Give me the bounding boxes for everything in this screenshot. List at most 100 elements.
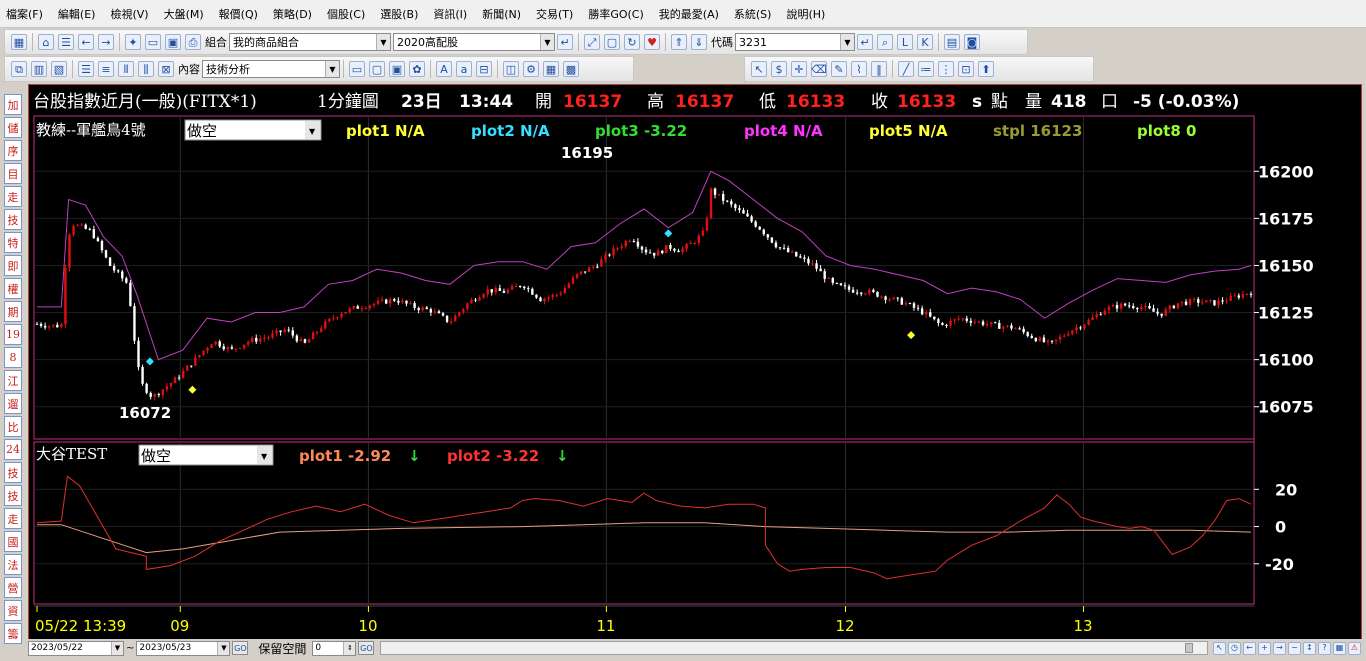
chart-canvas[interactable]: 台股指數近月(一般)(FITX*1) 1分鐘圖 23日 13:44 開 1613… <box>29 85 1363 638</box>
double-up-icon[interactable]: ⇑ <box>671 34 687 50</box>
sidebar-item[interactable]: 技 <box>4 209 22 230</box>
keep-go-button[interactable]: GO <box>358 641 375 655</box>
color-grid-icon[interactable]: ▩ <box>563 61 579 77</box>
menu-favorites[interactable]: 我的最愛(A) <box>659 6 719 22</box>
alert-icon[interactable]: ⚠ <box>1348 641 1361 655</box>
panel-2-icon[interactable]: ▢ <box>369 61 385 77</box>
layout-columns-icon[interactable]: ⫴ <box>118 61 134 77</box>
menu-stock[interactable]: 個股(C) <box>327 6 365 22</box>
eraser-icon[interactable]: ⌫ <box>811 61 827 77</box>
sidebar-item[interactable]: 比 <box>4 416 22 437</box>
settings-icon[interactable]: ⚙ <box>523 61 539 77</box>
sidebar-item[interactable]: 儲 <box>4 117 22 138</box>
end-date-picker[interactable]: 2023/05/23 ▼ <box>136 640 231 656</box>
enter-icon[interactable]: ↵ <box>857 34 873 50</box>
crosshair-icon[interactable]: ✛ <box>791 61 807 77</box>
dollar-icon[interactable]: $ <box>771 61 787 77</box>
menu-file[interactable]: 檔案(F) <box>6 6 43 22</box>
sidebar-item[interactable]: 國 <box>4 531 22 552</box>
sidebar-item[interactable]: 法 <box>4 554 22 575</box>
panel-icon[interactable]: ▭ <box>349 61 365 77</box>
menu-system[interactable]: 系統(S) <box>734 6 772 22</box>
sidebar-item[interactable]: 序 <box>4 140 22 161</box>
trendline-icon[interactable]: ╱ <box>898 61 914 77</box>
save-icon[interactable]: ▣ <box>165 34 181 50</box>
home-icon[interactable]: ⌂ <box>38 34 54 50</box>
sidebar-item[interactable]: 特 <box>4 232 22 253</box>
menu-trade[interactable]: 交易(T) <box>536 6 573 22</box>
start-date-picker[interactable]: 2023/05/22 ▼ <box>28 640 124 656</box>
copy-icon[interactable]: ⧉ <box>11 61 27 77</box>
paste-icon[interactable]: ▥ <box>31 61 47 77</box>
sidebar-item[interactable]: 19 <box>4 324 22 345</box>
sidebar-item[interactable]: 走 <box>4 186 22 207</box>
sidebar-item[interactable]: 營 <box>4 577 22 598</box>
panel-3-icon[interactable]: ▣ <box>389 61 405 77</box>
menu-winrate[interactable]: 勝率GO(C) <box>588 6 643 22</box>
menu-market[interactable]: 大盤(M) <box>164 6 204 22</box>
chevron-down-icon[interactable]: ▼ <box>840 34 854 50</box>
back-arrow-icon[interactable]: ← <box>78 34 94 50</box>
menu-help[interactable]: 說明(H) <box>786 6 825 22</box>
expand-icon[interactable]: ⤢ <box>584 34 600 50</box>
sidebar-item[interactable]: 技 <box>4 485 22 506</box>
table-icon[interactable]: ▦ <box>1333 641 1346 655</box>
sidebar-item[interactable]: 江 <box>4 370 22 391</box>
main-mode-select[interactable]: ▼ 做空 <box>184 119 322 141</box>
spinner-icon[interactable]: ⇕ <box>343 641 356 655</box>
menu-strategy[interactable]: 策略(D) <box>273 6 312 22</box>
layout-rows-icon[interactable]: ☰ <box>78 61 94 77</box>
new-icon[interactable]: ✦ <box>125 34 141 50</box>
heart-icon[interactable]: ♥ <box>644 34 660 50</box>
zoom-in-icon[interactable]: + <box>1258 641 1271 655</box>
chevron-down-icon[interactable]: ▼ <box>111 641 123 655</box>
zoom-out-icon[interactable]: − <box>1288 641 1301 655</box>
menu-info[interactable]: 資訊(I) <box>433 6 467 22</box>
chart-window[interactable]: 台股指數近月(一般)(FITX*1) 1分鐘圖 23日 13:44 開 1613… <box>28 84 1362 656</box>
sidebar-item[interactable]: 籌 <box>4 623 22 644</box>
font-a-icon[interactable]: A <box>436 61 452 77</box>
table-icon[interactable]: ▦ <box>543 61 559 77</box>
chevron-down-icon[interactable]: ▼ <box>376 34 390 50</box>
sidebar-item[interactable]: 期 <box>4 301 22 322</box>
menu-news[interactable]: 新聞(N) <box>482 6 521 22</box>
date-go-button[interactable]: GO <box>232 641 249 655</box>
fib-icon[interactable]: ⋮ <box>938 61 954 77</box>
chevron-down-icon[interactable]: ▼ <box>217 641 230 655</box>
indicator-icon[interactable]: ⊟ <box>476 61 492 77</box>
menu-edit[interactable]: 編輯(E) <box>58 6 96 22</box>
sidebar-item[interactable]: 加 <box>4 94 22 115</box>
list-icon[interactable]: ☰ <box>58 34 74 50</box>
chart-l-icon[interactable]: L <box>897 34 913 50</box>
search-icon[interactable]: ⌕ <box>877 34 893 50</box>
open-folder-icon[interactable]: ▭ <box>145 34 161 50</box>
sidebar-item[interactable]: 權 <box>4 278 22 299</box>
menu-view[interactable]: 檢視(V) <box>110 6 148 22</box>
note-icon[interactable]: ✎ <box>831 61 847 77</box>
menu-quote[interactable]: 報價(Q) <box>219 6 258 22</box>
group-combo[interactable]: 我的商品組合 ▼ <box>229 33 391 51</box>
arrow-right-icon[interactable]: → <box>1273 641 1286 655</box>
chevron-down-icon[interactable]: ▼ <box>540 34 554 50</box>
camera-icon[interactable]: ◙ <box>964 34 980 50</box>
sidebar-item[interactable]: 資 <box>4 600 22 621</box>
forward-arrow-icon[interactable]: → <box>98 34 114 50</box>
code-combo[interactable]: 3231 ▼ <box>735 33 855 51</box>
sidebar-item[interactable]: 24 <box>4 439 22 460</box>
grid-icon[interactable]: ▦ <box>11 34 27 50</box>
pointer-icon[interactable]: ↖ <box>751 61 767 77</box>
sidebar-item[interactable]: 技 <box>4 462 22 483</box>
enter-icon[interactable]: ↵ <box>557 34 573 50</box>
clipboard-icon[interactable]: ▧ <box>51 61 67 77</box>
menu-screener[interactable]: 選股(B) <box>380 6 418 22</box>
portfolio-combo[interactable]: 2020高配股 ▼ <box>393 33 555 51</box>
layout-columns-2-icon[interactable]: ⫼ <box>138 61 154 77</box>
pin-icon[interactable]: ↕ <box>1303 641 1316 655</box>
sidebar-item[interactable]: 走 <box>4 508 22 529</box>
arrow-left-icon[interactable]: ← <box>1243 641 1256 655</box>
hline-icon[interactable]: ≔ <box>918 61 934 77</box>
jump-start-icon[interactable]: ↖ <box>1213 641 1226 655</box>
chart-k-icon[interactable]: K <box>917 34 933 50</box>
window-icon[interactable]: ▢ <box>604 34 620 50</box>
scrollbar-thumb[interactable] <box>1185 643 1193 653</box>
